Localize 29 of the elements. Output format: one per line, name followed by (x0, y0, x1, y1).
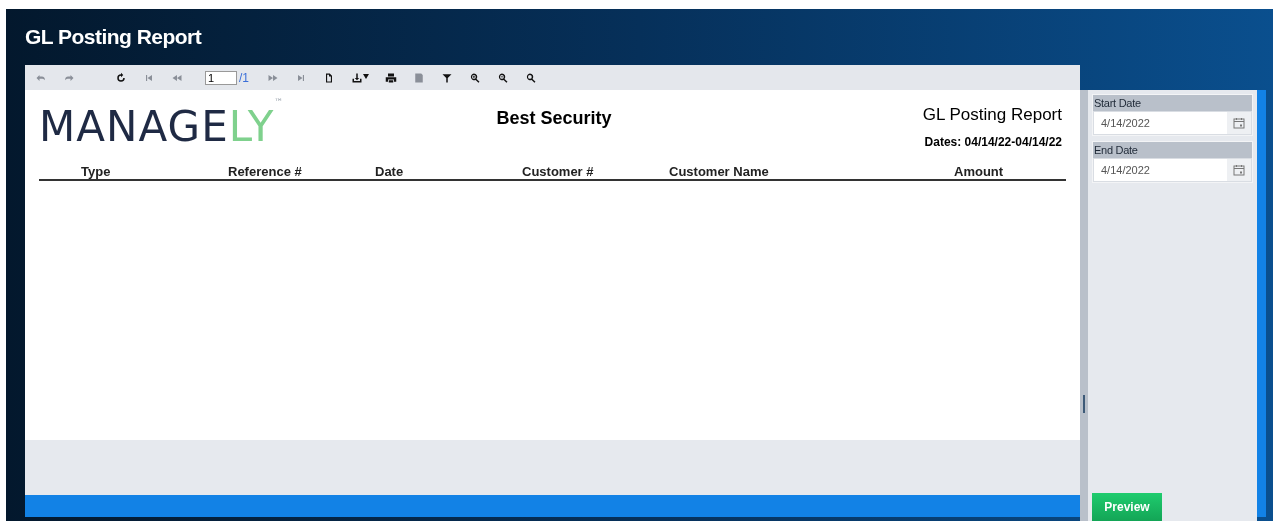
report-title: GL Posting Report (922, 104, 1062, 126)
page-number-field[interactable]: 1 (205, 70, 237, 85)
calendar-icon[interactable] (1233, 117, 1245, 129)
caret-icon[interactable] (363, 73, 369, 79)
parameter-label: Start Date (1093, 95, 1142, 111)
column-header: Customer # (522, 162, 594, 181)
page-icon[interactable] (323, 71, 335, 84)
date-range: Dates: 04/14/22-04/14/22 (924, 133, 1062, 151)
page-total: /1 (239, 69, 249, 87)
search-icon[interactable] (525, 71, 537, 84)
calendar-icon[interactable] (1233, 164, 1245, 176)
date-value: 4/14/2022 (1100, 162, 1151, 178)
parameter-label: End Date (1093, 142, 1139, 158)
column-header: Reference # (228, 162, 302, 181)
scrollbar[interactable] (1257, 90, 1266, 517)
zoom-out-icon[interactable] (497, 71, 509, 84)
date-value: 4/14/2022 (1100, 115, 1151, 131)
column-header: Amount (954, 162, 1004, 181)
refresh-icon[interactable] (115, 71, 127, 84)
print-icon[interactable] (385, 71, 397, 84)
window-title: GL Posting Report (25, 24, 202, 51)
date-field[interactable]: 4/14/2022 (1093, 111, 1252, 135)
company-name: Best Security (495, 107, 613, 130)
column-header: Type (81, 162, 111, 181)
date-field[interactable]: 4/14/2022 (1093, 158, 1252, 182)
column-header: Date (375, 162, 404, 181)
filter-icon[interactable] (441, 71, 453, 84)
column-header: Customer Name (669, 162, 769, 181)
zoom-in-icon[interactable] (469, 71, 481, 84)
